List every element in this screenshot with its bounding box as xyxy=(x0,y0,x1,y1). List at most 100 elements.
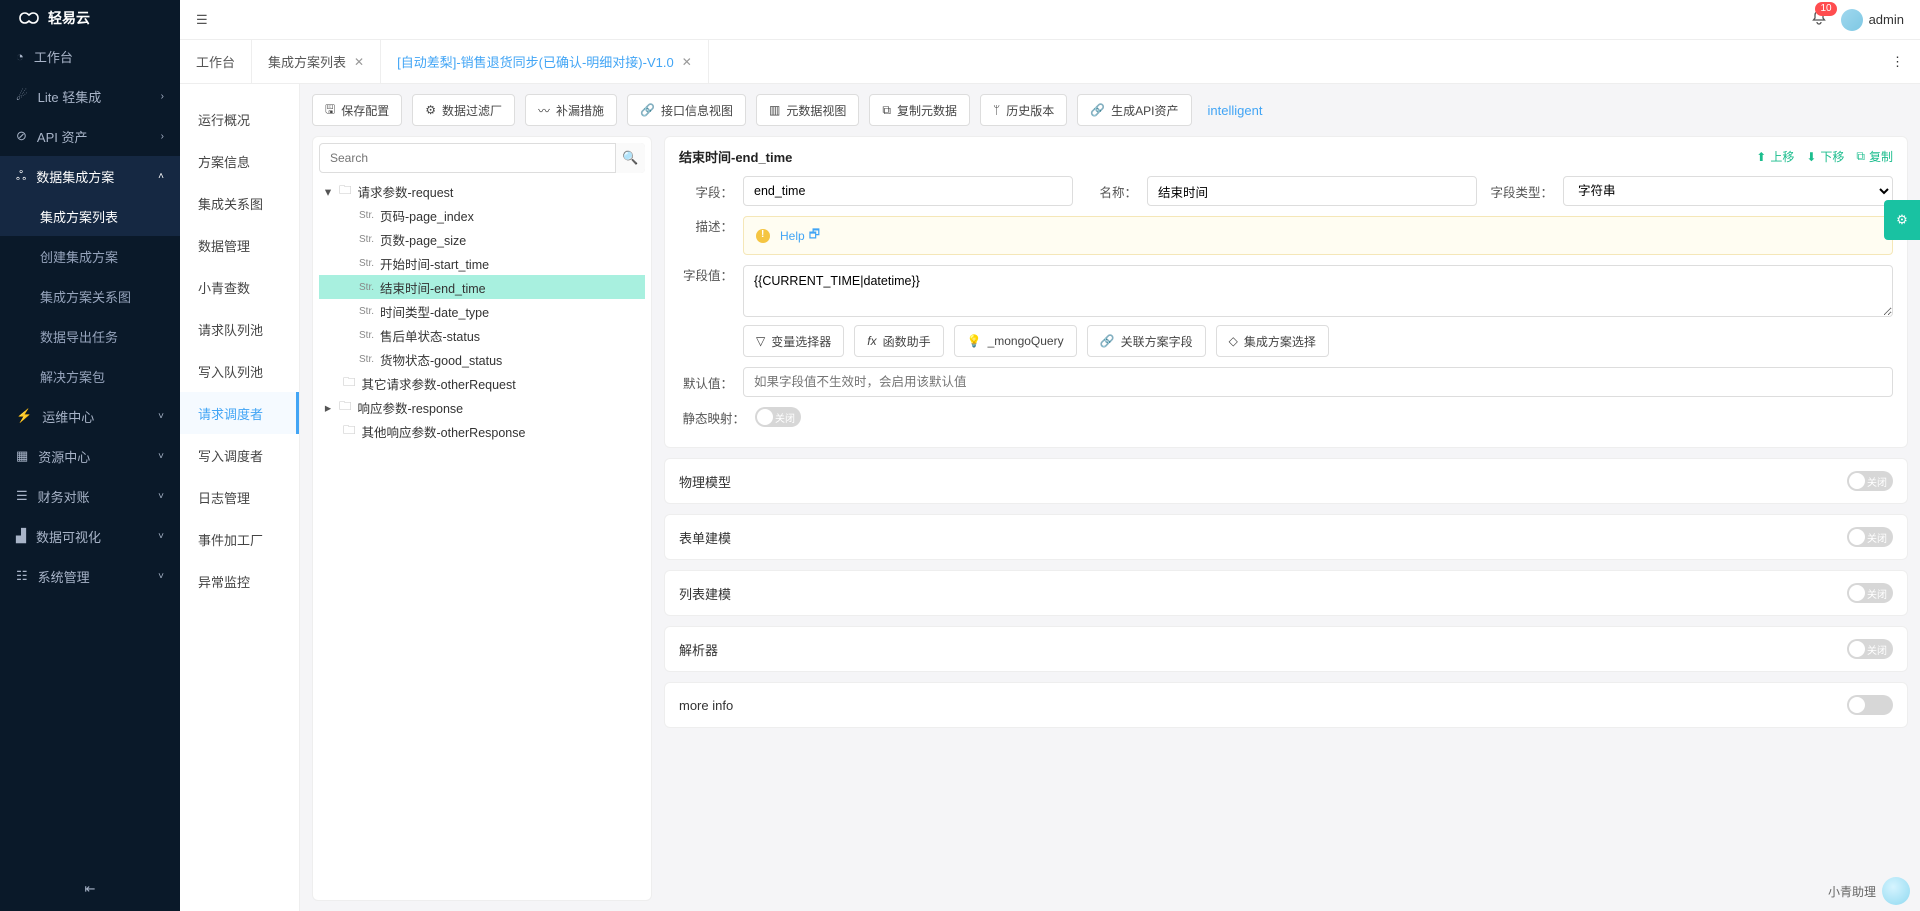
accordion-more-info[interactable]: more info xyxy=(664,682,1908,728)
sec-relation[interactable]: 集成关系图 xyxy=(180,182,299,224)
accordion-physical-model[interactable]: 物理模型关闭 xyxy=(664,458,1908,504)
nav-dataviz[interactable]: ▟数据可视化˅ xyxy=(0,516,180,556)
tab-workbench[interactable]: 工作台 xyxy=(180,40,252,83)
name-input[interactable] xyxy=(1147,176,1477,206)
tabs-more-button[interactable]: ⋮ xyxy=(1875,40,1920,83)
search-input[interactable] xyxy=(319,143,645,173)
sec-xiaoqing[interactable]: 小青查数 xyxy=(180,266,299,308)
string-type-icon: Str. xyxy=(359,258,374,269)
tree-node-page-size[interactable]: Str.页数-page_size xyxy=(319,227,645,251)
collapse-sidebar-button[interactable]: ⇤ xyxy=(0,867,180,911)
nav-sub-package[interactable]: 解决方案包 xyxy=(0,356,180,396)
nav-sub-create[interactable]: 创建集成方案 xyxy=(0,236,180,276)
caret-down-icon[interactable]: ▾ xyxy=(323,184,333,199)
nav-sub-export[interactable]: 数据导出任务 xyxy=(0,316,180,356)
metadata-view-button[interactable]: ▥元数据视图 xyxy=(756,94,859,126)
mongo-query-button[interactable]: 💡_mongoQuery xyxy=(954,325,1077,357)
folder-icon: 🗀 xyxy=(339,397,352,418)
patch-button[interactable]: 〰补漏措施 xyxy=(525,94,617,126)
static-map-toggle[interactable]: 关闭 xyxy=(755,407,801,427)
settings-float-button[interactable]: ⚙ xyxy=(1884,200,1920,240)
more-toggle[interactable] xyxy=(1847,695,1893,715)
nav-api[interactable]: ⊘API 资产› xyxy=(0,116,180,156)
panel-title: 结束时间-end_time xyxy=(679,147,792,166)
nav-resource[interactable]: ▦资源中心˅ xyxy=(0,436,180,476)
close-icon[interactable]: ✕ xyxy=(682,55,692,69)
sec-writescheduler[interactable]: 写入调度者 xyxy=(180,434,299,476)
default-input[interactable] xyxy=(743,367,1893,397)
var-selector-button[interactable]: ▽变量选择器 xyxy=(743,325,844,357)
move-down-button[interactable]: ⬇下移 xyxy=(1806,148,1844,165)
fieldvalue-textarea[interactable]: {{CURRENT_TIME|datetime}} xyxy=(743,265,1893,317)
rel-field-button[interactable]: 🔗关联方案字段 xyxy=(1087,325,1206,357)
tree-node-start-time[interactable]: Str.开始时间-start_time xyxy=(319,251,645,275)
move-up-button[interactable]: ⬆上移 xyxy=(1756,148,1794,165)
tab-planlist[interactable]: 集成方案列表✕ xyxy=(252,40,381,83)
history-button[interactable]: ᛘ历史版本 xyxy=(980,94,1067,126)
form-toggle[interactable]: 关闭 xyxy=(1847,527,1893,547)
tree-node-date-type[interactable]: Str.时间类型-date_type xyxy=(319,299,645,323)
data-filter-button[interactable]: ⚙数据过滤厂 xyxy=(412,94,515,126)
sec-abnormal[interactable]: 异常监控 xyxy=(180,560,299,602)
accordion-parser[interactable]: 解析器关闭 xyxy=(664,626,1908,672)
grid-icon: ▦ xyxy=(16,448,28,464)
caret-right-icon[interactable]: ▸ xyxy=(323,400,333,415)
intelligent-link[interactable]: intelligent xyxy=(1202,103,1269,118)
field-label: 字段： xyxy=(679,182,733,201)
phys-toggle[interactable]: 关闭 xyxy=(1847,471,1893,491)
tree-root-request[interactable]: ▾🗀请求参数-request xyxy=(319,179,645,203)
chevron-down-icon: ˅ xyxy=(158,411,164,422)
arrow-up-icon: ⬆ xyxy=(1756,150,1766,164)
nav-lite[interactable]: ☄Lite 轻集成› xyxy=(0,76,180,116)
trend-icon: 〰 xyxy=(538,102,550,119)
brand-logo[interactable]: 轻易云 xyxy=(0,0,180,36)
close-icon[interactable]: ✕ xyxy=(354,55,364,69)
tree-node-status[interactable]: Str.售后单状态-status xyxy=(319,323,645,347)
interface-view-button[interactable]: 🔗接口信息视图 xyxy=(627,94,746,126)
nav-dataplan[interactable]: ஃ数据集成方案˄ xyxy=(0,156,180,196)
tab-current[interactable]: [自动差梨]-销售退货同步(已确认-明细对接)-V1.0✕ xyxy=(381,40,709,83)
user-menu[interactable]: admin xyxy=(1841,9,1904,31)
sec-eventfactory[interactable]: 事件加工厂 xyxy=(180,518,299,560)
sec-overview[interactable]: 运行概况 xyxy=(180,98,299,140)
left-nav: 轻易云 ◔工作台 ☄Lite 轻集成› ⊘API 资产› ஃ数据集成方案˄ 集成… xyxy=(0,0,180,911)
tree-node-page-index[interactable]: Str.页码-page_index xyxy=(319,203,645,227)
copy-button[interactable]: ⧉复制 xyxy=(1856,148,1893,165)
sec-writepool[interactable]: 写入队列池 xyxy=(180,350,299,392)
type-select[interactable]: 字符串 xyxy=(1563,176,1893,206)
sec-datamgr[interactable]: 数据管理 xyxy=(180,224,299,266)
field-input[interactable] xyxy=(743,176,1073,206)
plan-select-button[interactable]: ◇集成方案选择 xyxy=(1216,325,1329,357)
string-type-icon: Str. xyxy=(359,234,374,245)
save-config-button[interactable]: 🖫保存配置 xyxy=(312,94,402,126)
nav-sub-list[interactable]: 集成方案列表 xyxy=(0,196,180,236)
tree-other-response[interactable]: 🗀其他响应参数-otherResponse xyxy=(319,419,645,443)
tree-node-end-time[interactable]: Str.结束时间-end_time xyxy=(319,275,645,299)
nav-finance[interactable]: ☰财务对账˅ xyxy=(0,476,180,516)
sec-reqpool[interactable]: 请求队列池 xyxy=(180,308,299,350)
list-toggle[interactable]: 关闭 xyxy=(1847,583,1893,603)
accordion-form-model[interactable]: 表单建模关闭 xyxy=(664,514,1908,560)
nav-system[interactable]: ☷系统管理˅ xyxy=(0,556,180,596)
nav-sub-relation[interactable]: 集成方案关系图 xyxy=(0,276,180,316)
tree-response[interactable]: ▸🗀响应参数-response xyxy=(319,395,645,419)
nav-workbench[interactable]: ◔工作台 xyxy=(0,36,180,76)
tree-node-good-status[interactable]: Str.货物状态-good_status xyxy=(319,347,645,371)
notifications-button[interactable]: 10 xyxy=(1811,10,1827,29)
param-tree-panel: 🔍 ▾🗀请求参数-request Str.页码-page_index Str.页… xyxy=(312,136,652,901)
assistant-widget[interactable]: 小青助理 xyxy=(1828,877,1910,905)
sec-log[interactable]: 日志管理 xyxy=(180,476,299,518)
avatar xyxy=(1841,9,1863,31)
sec-planinfo[interactable]: 方案信息 xyxy=(180,140,299,182)
search-icon[interactable]: 🔍 xyxy=(615,143,645,173)
sec-reqscheduler[interactable]: 请求调度者 xyxy=(180,392,299,434)
nav-ops[interactable]: ⚡运维中心˅ xyxy=(0,396,180,436)
tree-other-request[interactable]: 🗀其它请求参数-otherRequest xyxy=(319,371,645,395)
help-link[interactable]: Help🗗 xyxy=(780,225,820,246)
func-helper-button[interactable]: fx函数助手 xyxy=(854,325,943,357)
gen-api-button[interactable]: 🔗生成API资产 xyxy=(1077,94,1191,126)
accordion-list-model[interactable]: 列表建模关闭 xyxy=(664,570,1908,616)
fold-menu-button[interactable]: ☰ xyxy=(196,12,208,28)
copy-metadata-button[interactable]: ⧉复制元数据 xyxy=(869,94,970,126)
parser-toggle[interactable]: 关闭 xyxy=(1847,639,1893,659)
